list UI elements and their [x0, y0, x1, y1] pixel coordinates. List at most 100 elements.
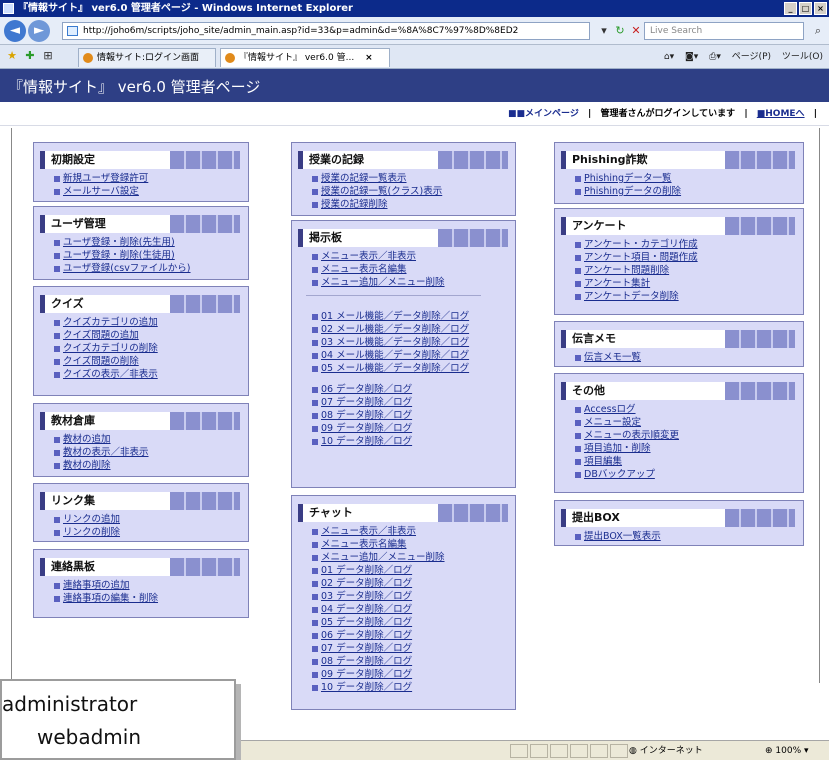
menu-link[interactable]: 02 データ削除／ログ [312, 577, 445, 590]
menu-link[interactable]: 01 メール機能／データ削除／ログ [312, 310, 481, 323]
menu-link[interactable]: メニュー追加／メニュー削除 [312, 276, 481, 289]
menu-link[interactable]: 10 データ削除／ログ [312, 681, 445, 694]
separator: | [588, 109, 592, 119]
search-icon[interactable]: ⌕ [810, 23, 826, 39]
menu-link[interactable]: 授業の記録一覧表示 [312, 172, 442, 185]
browser-window: 『情報サイト』 ver6.0 管理者ページ - Windows Internet… [0, 0, 829, 760]
menu-link[interactable]: クイズカテゴリの追加 [54, 316, 158, 329]
menu-link[interactable]: DBバックアップ [575, 468, 679, 481]
menu-link[interactable]: メニュー設定 [575, 416, 679, 429]
print-icon[interactable]: ⎙▾ [709, 52, 721, 62]
tab-close-icon[interactable]: × [365, 53, 373, 63]
menu-link[interactable]: Phishingデータ一覧 [575, 172, 681, 185]
menu-link[interactable]: 連絡事項の編集・削除 [54, 592, 158, 605]
tab-bar: ★ ✚ ⊞ 情報サイト:ログイン画面 『情報サイト』 ver6.0 管... ×… [0, 45, 829, 69]
menu-link[interactable]: クイズカテゴリの削除 [54, 342, 158, 355]
menu-link[interactable]: 教材の削除 [54, 459, 149, 472]
menu-link[interactable]: 連絡事項の追加 [54, 579, 158, 592]
menu-link[interactable]: メニュー表示名編集 [312, 263, 481, 276]
panel-phishing: Phishing詐欺 Phishingデータ一覧 Phishingデータの削除 [554, 142, 804, 204]
url-field[interactable]: http://joho6m/scripts/joho_site/admin_ma… [62, 22, 590, 40]
menu-link[interactable]: 04 メール機能／データ削除／ログ [312, 349, 481, 362]
search-input[interactable]: Live Search [644, 22, 804, 40]
menu-link-label: 01 メール機能／データ削除／ログ [321, 311, 470, 322]
home-icon[interactable]: ⌂▾ [664, 52, 674, 62]
menu-link[interactable]: ユーザ登録(csvファイルから) [54, 262, 191, 275]
menu-link[interactable]: 項目編集 [575, 455, 679, 468]
menu-link[interactable]: 教材の追加 [54, 433, 149, 446]
menu-link[interactable]: 05 メール機能／データ削除／ログ [312, 362, 481, 375]
menu-link[interactable]: ユーザ登録・削除(先生用) [54, 236, 191, 249]
menu-link[interactable]: 10 データ削除／ログ [312, 435, 481, 448]
menu-link[interactable]: 06 データ削除／ログ [312, 629, 445, 642]
menu-link[interactable]: 授業の記録一覧(クラス)表示 [312, 185, 442, 198]
forward-button[interactable]: ► [28, 20, 50, 42]
minimize-button[interactable]: _ [784, 2, 797, 15]
menu-link[interactable]: 項目追加・削除 [575, 442, 679, 455]
menu-link[interactable]: メニュー表示／非表示 [312, 250, 481, 263]
back-button[interactable]: ◄ [4, 20, 26, 42]
menu-link[interactable]: 伝言メモ一覧 [575, 351, 641, 364]
menu-link[interactable]: クイズの表示／非表示 [54, 368, 158, 381]
menu-link[interactable]: 08 データ削除／ログ [312, 655, 445, 668]
panel-title: 提出BOX [561, 509, 795, 527]
add-favorite-icon[interactable]: ✚ [22, 48, 38, 64]
menu-link[interactable]: メニュー追加／メニュー削除 [312, 551, 445, 564]
menu-link[interactable]: 09 データ削除／ログ [312, 422, 481, 435]
page-menu[interactable]: ページ(P) [732, 52, 771, 62]
panel-kyozai: 教材倉庫 教材の追加 教材の表示／非表示 教材の削除 [33, 403, 249, 477]
stop-icon[interactable]: ✕ [628, 23, 644, 39]
menu-link[interactable]: アンケート問題削除 [575, 264, 698, 277]
menu-link[interactable]: 授業の記録削除 [312, 198, 442, 211]
tab-login[interactable]: 情報サイト:ログイン画面 [78, 48, 216, 67]
menu-link[interactable]: リンクの削除 [54, 526, 120, 539]
menu-link[interactable]: メニューの表示順変更 [575, 429, 679, 442]
menu-link-label: 08 データ削除／ログ [321, 656, 413, 667]
panel-title: 初期設定 [40, 151, 240, 169]
menu-link[interactable]: メニュー表示／非表示 [312, 525, 445, 538]
refresh-icon[interactable]: ↻ [612, 23, 628, 39]
menu-link[interactable]: アンケート集計 [575, 277, 698, 290]
menu-link[interactable]: リンクの追加 [54, 513, 120, 526]
menu-link[interactable]: ユーザ登録・削除(生徒用) [54, 249, 191, 262]
menu-link[interactable]: アンケート項目・問題作成 [575, 251, 698, 264]
menu-link[interactable]: クイズ問題の追加 [54, 329, 158, 342]
menu-link[interactable]: 07 データ削除／ログ [312, 396, 481, 409]
menu-link[interactable]: メニュー表示名編集 [312, 538, 445, 551]
tools-menu[interactable]: ツール(O) [782, 52, 823, 62]
dropdown-icon[interactable]: ▾ [596, 23, 612, 39]
menu-link[interactable]: 07 データ削除／ログ [312, 642, 445, 655]
menu-link[interactable]: Phishingデータの削除 [575, 185, 681, 198]
menu-link[interactable]: 01 データ削除／ログ [312, 564, 445, 577]
menu-link[interactable]: メールサーバ設定 [54, 185, 148, 198]
home-link[interactable]: ■HOMEへ [757, 109, 805, 119]
main-page-link[interactable]: ■■メインページ [508, 109, 579, 119]
menu-link-label: Phishingデータの削除 [584, 186, 682, 197]
menu-link[interactable]: 05 データ削除／ログ [312, 616, 445, 629]
favorites-star-icon[interactable]: ★ [4, 48, 20, 64]
menu-link[interactable]: 03 データ削除／ログ [312, 590, 445, 603]
menu-link[interactable]: 教材の表示／非表示 [54, 446, 149, 459]
panel-items: クイズカテゴリの追加 クイズ問題の追加 クイズカテゴリの削除 クイズ問題の削除 クイズの… [54, 316, 158, 381]
menu-link[interactable]: 04 データ削除／ログ [312, 603, 445, 616]
menu-link[interactable]: 新規ユーザ登録許可 [54, 172, 148, 185]
menu-link[interactable]: 提出BOX一覧表示 [575, 530, 661, 543]
menu-link[interactable]: Accessログ [575, 403, 679, 416]
menu-link[interactable]: クイズ問題の削除 [54, 355, 158, 368]
maximize-button[interactable]: □ [799, 2, 812, 15]
menu-link[interactable]: アンケートデータ削除 [575, 290, 698, 303]
zoom-control[interactable]: ⊕ 100% ▾ [765, 741, 809, 760]
close-button[interactable]: × [814, 2, 827, 15]
menu-link[interactable]: アンケート・カテゴリ作成 [575, 238, 698, 251]
menu-link[interactable]: 02 メール機能／データ削除／ログ [312, 323, 481, 336]
menu-link-label: メニュー表示／非表示 [321, 526, 417, 537]
menu-link[interactable]: 09 データ削除／ログ [312, 668, 445, 681]
menu-link[interactable]: 03 メール機能／データ削除／ログ [312, 336, 481, 349]
menu-link[interactable]: 08 データ削除／ログ [312, 409, 481, 422]
bullet-icon [54, 372, 60, 378]
menu-link[interactable]: 06 データ削除／ログ [312, 383, 481, 396]
tab-admin[interactable]: 『情報サイト』 ver6.0 管... × [220, 48, 390, 67]
feeds-icon[interactable]: ◙▾ [685, 52, 698, 62]
bullet-icon [312, 314, 318, 320]
tab-list-icon[interactable]: ⊞ [40, 48, 56, 64]
